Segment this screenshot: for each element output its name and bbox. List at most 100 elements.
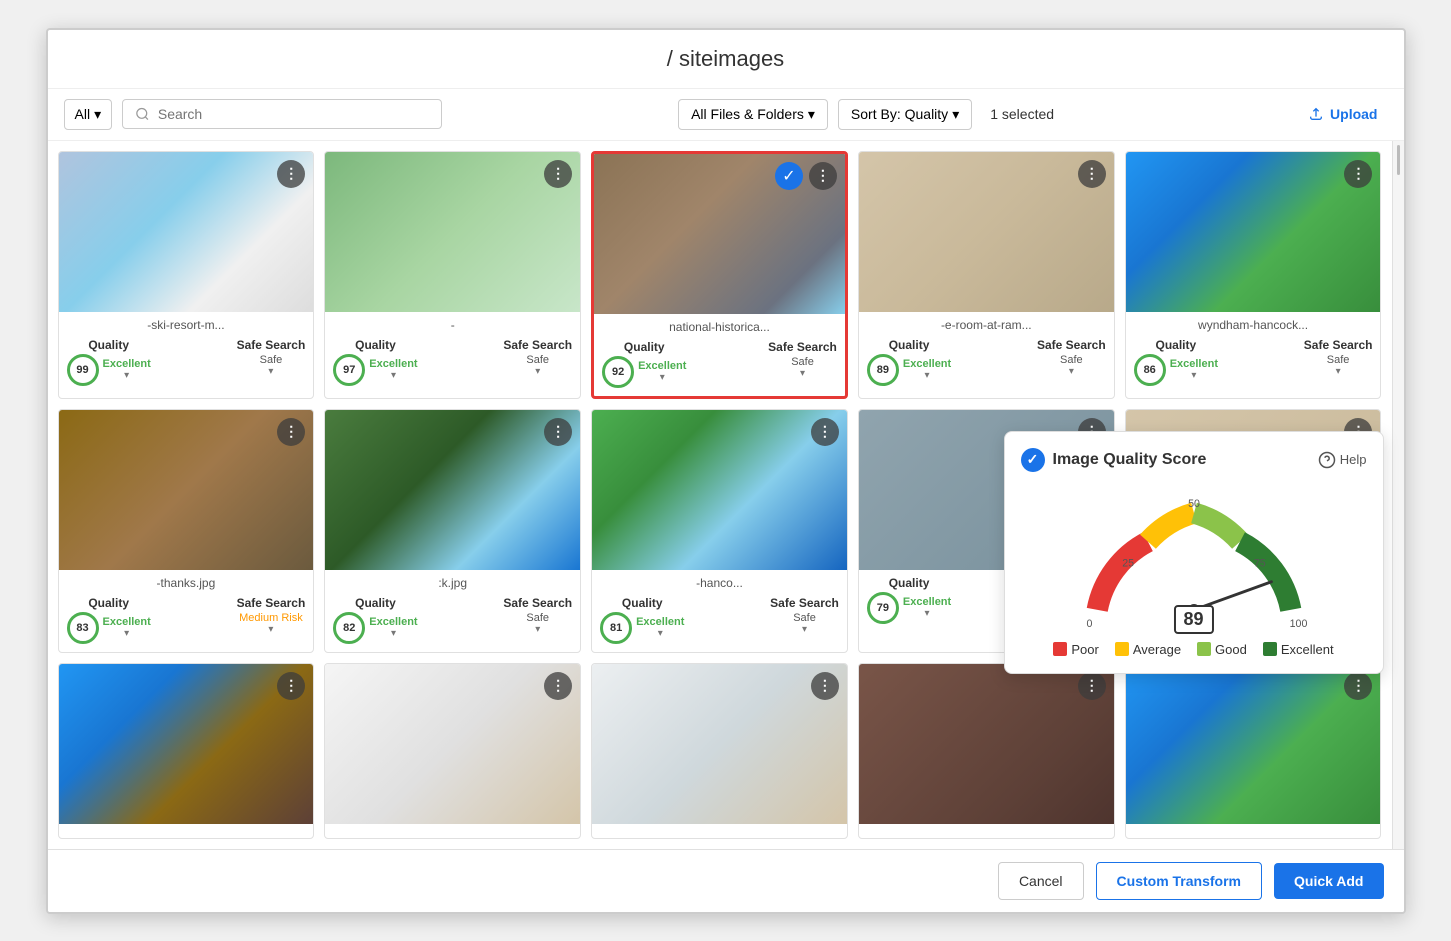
- dots-menu-button[interactable]: ⋮: [1344, 160, 1372, 188]
- image-card[interactable]: ⋮ -thanks.jpg Quality 83 Excellent ▾ Saf…: [58, 409, 315, 653]
- quality-dropdown-arrow[interactable]: ▾: [925, 608, 930, 619]
- dots-menu-button[interactable]: ⋮: [277, 672, 305, 700]
- quality-label: Quality: [88, 338, 129, 352]
- dots-menu-button[interactable]: ⋮: [277, 418, 305, 446]
- score-circle: 82: [333, 612, 365, 644]
- safesearch-block: Safe Search Medium Risk ▾: [237, 596, 306, 635]
- image-card[interactable]: ✓⋮ national-historica... Quality 92 Exce…: [591, 151, 848, 399]
- quality-score-row: 79 Excellent ▾: [867, 592, 951, 624]
- image-card[interactable]: ⋮ - Quality 97 Excellent ▾ Safe Search: [324, 151, 581, 399]
- image-info: -thanks.jpg Quality 83 Excellent ▾ Safe …: [59, 570, 314, 652]
- dots-menu-button[interactable]: ⋮: [544, 672, 572, 700]
- quality-label: Quality: [355, 596, 396, 610]
- modal-header: / siteimages: [48, 30, 1404, 89]
- image-thumbnail: ⋮: [325, 152, 580, 312]
- image-card[interactable]: ⋮ -e-room-at-ram... Quality 89 Excellent…: [858, 151, 1115, 399]
- quality-dropdown-arrow[interactable]: ▾: [391, 628, 396, 639]
- quality-dropdown-arrow[interactable]: ▾: [658, 628, 663, 639]
- average-label: Average: [1133, 642, 1181, 657]
- safesearch-dropdown-arrow[interactable]: ▾: [1336, 366, 1341, 377]
- image-card[interactable]: ⋮ wyndham-hancock... Quality 86 Excellen…: [1125, 151, 1382, 399]
- quality-dropdown-arrow[interactable]: ▾: [124, 628, 129, 639]
- search-input[interactable]: [158, 106, 429, 122]
- image-card[interactable]: ⋮: [324, 663, 581, 839]
- scrollbar[interactable]: [1392, 141, 1404, 849]
- modal-wrapper: / siteimages All ▾ All Files & Folders ▾…: [46, 28, 1406, 914]
- quality-row: Quality 82 Excellent ▾ Safe Search Safe …: [333, 596, 572, 644]
- dots-menu-button[interactable]: ⋮: [1344, 672, 1372, 700]
- image-info: [859, 824, 1114, 838]
- safesearch-block: Safe Search Safe ▾: [503, 596, 572, 635]
- help-label: Help: [1340, 452, 1367, 467]
- safesearch-dropdown-arrow[interactable]: ▾: [800, 368, 805, 379]
- quality-score-row: 89 Excellent ▾: [867, 354, 951, 386]
- thumb-overlay: ⋮: [811, 672, 839, 700]
- quality-dropdown-arrow[interactable]: ▾: [925, 370, 930, 381]
- safe-search-value: Safe: [526, 354, 549, 366]
- safesearch-dropdown-arrow[interactable]: ▾: [535, 624, 540, 635]
- quality-excellent: Excellent: [636, 616, 684, 628]
- dots-menu-button[interactable]: ⋮: [544, 160, 572, 188]
- safesearch-dropdown-arrow[interactable]: ▾: [268, 624, 273, 635]
- legend-average: Average: [1115, 642, 1181, 657]
- quality-row: Quality 81 Excellent ▾ Safe Search Safe …: [600, 596, 839, 644]
- legend-poor: Poor: [1053, 642, 1098, 657]
- score-circle: 92: [602, 356, 634, 388]
- dots-menu-button[interactable]: ⋮: [1078, 160, 1106, 188]
- image-card[interactable]: ⋮: [591, 663, 848, 839]
- safesearch-block: Safe Search Safe ▾: [770, 596, 839, 635]
- quality-score-popup: ✓ Image Quality Score Help: [1004, 431, 1384, 674]
- safesearch-dropdown-arrow[interactable]: ▾: [1069, 366, 1074, 377]
- files-folders-dropdown[interactable]: All Files & Folders ▾: [678, 99, 828, 130]
- dots-menu-button[interactable]: ⋮: [1078, 672, 1106, 700]
- thumb-overlay: ⋮: [1344, 160, 1372, 188]
- safesearch-dropdown-arrow[interactable]: ▾: [535, 366, 540, 377]
- quality-dropdown-arrow[interactable]: ▾: [660, 372, 665, 383]
- safesearch-block: Safe Search Safe ▾: [1037, 338, 1106, 377]
- safesearch-dropdown-arrow[interactable]: ▾: [802, 624, 807, 635]
- dots-menu-button[interactable]: ⋮: [809, 162, 837, 190]
- quality-label: Quality: [889, 338, 930, 352]
- image-card[interactable]: ⋮: [1125, 663, 1382, 839]
- quality-excellent: Excellent: [1170, 358, 1218, 370]
- image-card[interactable]: ⋮ -ski-resort-m... Quality 99 Excellent …: [58, 151, 315, 399]
- quality-block: Quality 99 Excellent ▾: [67, 338, 151, 386]
- quality-block: Quality 82 Excellent ▾: [333, 596, 417, 644]
- image-card[interactable]: ⋮ :k.jpg Quality 82 Excellent ▾ Safe Sea…: [324, 409, 581, 653]
- thumb-overlay: ⋮: [811, 418, 839, 446]
- quality-block: Quality 86 Excellent ▾: [1134, 338, 1218, 386]
- dots-menu-button[interactable]: ⋮: [277, 160, 305, 188]
- image-filename: -thanks.jpg: [67, 576, 306, 590]
- help-button[interactable]: Help: [1318, 451, 1367, 469]
- dots-menu-button[interactable]: ⋮: [544, 418, 572, 446]
- quick-add-button[interactable]: Quick Add: [1274, 863, 1384, 899]
- image-thumbnail: ⋮: [859, 152, 1114, 312]
- quality-excellent: Excellent: [903, 358, 951, 370]
- upload-button[interactable]: Upload: [1298, 100, 1387, 128]
- image-info: wyndham-hancock... Quality 86 Excellent …: [1126, 312, 1381, 394]
- quality-label: Quality: [1156, 338, 1197, 352]
- cancel-button[interactable]: Cancel: [998, 862, 1084, 900]
- custom-transform-button[interactable]: Custom Transform: [1096, 862, 1262, 900]
- image-thumbnail: ⋮: [59, 152, 314, 312]
- all-dropdown[interactable]: All ▾: [64, 99, 113, 130]
- dots-menu-button[interactable]: ⋮: [811, 418, 839, 446]
- quality-row: Quality 97 Excellent ▾ Safe Search Safe …: [333, 338, 572, 386]
- popup-title: Image Quality Score: [1053, 451, 1207, 469]
- image-card[interactable]: ⋮: [58, 663, 315, 839]
- thumb-overlay: ⋮: [277, 160, 305, 188]
- image-info: [325, 824, 580, 838]
- safesearch-dropdown-arrow[interactable]: ▾: [268, 366, 273, 377]
- quality-dropdown-arrow[interactable]: ▾: [1191, 370, 1196, 381]
- legend-good: Good: [1197, 642, 1247, 657]
- image-card[interactable]: ⋮ -hanco... Quality 81 Excellent ▾ Safe …: [591, 409, 848, 653]
- safesearch-label: Safe Search: [237, 596, 306, 610]
- quality-row: Quality 86 Excellent ▾ Safe Search Safe …: [1134, 338, 1373, 386]
- svg-text:0: 0: [1086, 618, 1092, 630]
- thumb-overlay: ✓⋮: [775, 162, 837, 190]
- dots-menu-button[interactable]: ⋮: [811, 672, 839, 700]
- image-card[interactable]: ⋮: [858, 663, 1115, 839]
- quality-dropdown-arrow[interactable]: ▾: [124, 370, 129, 381]
- sort-dropdown[interactable]: Sort By: Quality ▾: [838, 99, 972, 130]
- quality-dropdown-arrow[interactable]: ▾: [391, 370, 396, 381]
